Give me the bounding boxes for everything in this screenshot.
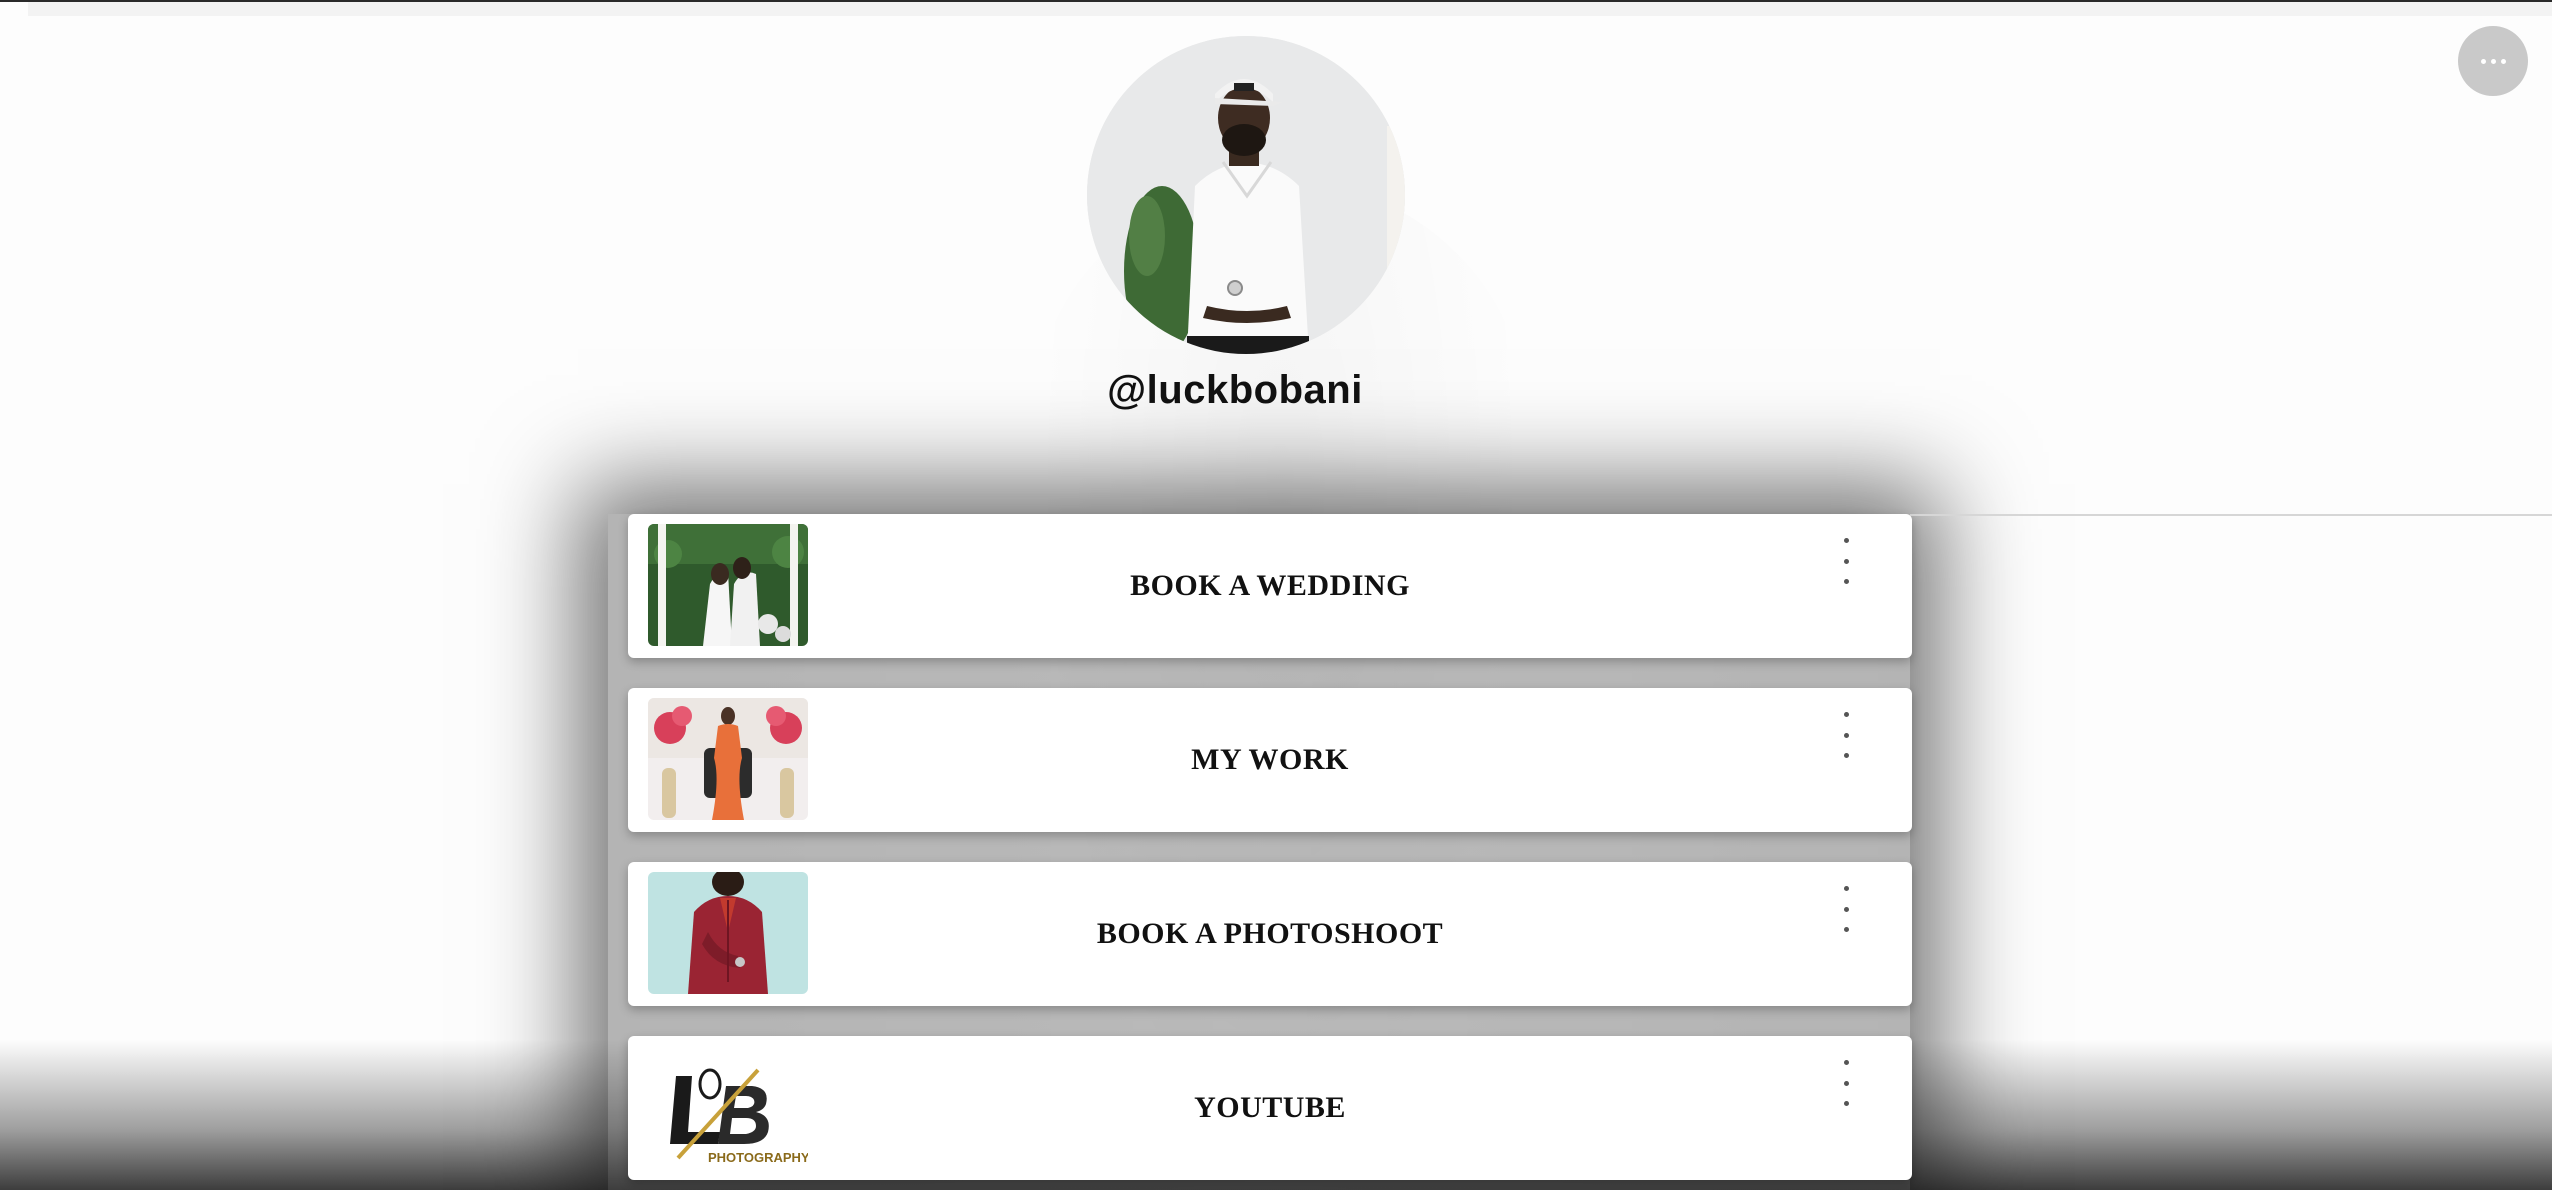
more-vertical-icon[interactable] — [1836, 1060, 1856, 1106]
link-title: BOOK A WEDDING — [1130, 569, 1410, 602]
profile-photo — [1087, 36, 1405, 354]
more-vertical-icon[interactable] — [1836, 712, 1856, 758]
top-band — [28, 2, 2552, 16]
link-my-work[interactable]: MY WORK — [628, 688, 1912, 832]
more-horizontal-icon — [2480, 58, 2506, 64]
link-title: MY WORK — [1191, 743, 1349, 776]
profile-username: @luckbobani — [1107, 368, 1363, 412]
page: @luckbobani BOOK A WEDDING MY WORK BOOK … — [0, 0, 2552, 1190]
link-book-a-photoshoot[interactable]: BOOK A PHOTOSHOOT — [628, 862, 1912, 1006]
link-title: BOOK A PHOTOSHOOT — [1096, 917, 1444, 950]
link-book-a-wedding[interactable]: BOOK A WEDDING — [628, 514, 1912, 658]
more-options-button[interactable] — [2458, 26, 2528, 96]
more-vertical-icon[interactable] — [1836, 886, 1856, 932]
link-youtube[interactable]: PHOTOGRAPHY YOUTUBE — [628, 1036, 1912, 1180]
links-list: BOOK A WEDDING MY WORK BOOK A PHOTOSHOOT… — [628, 514, 1912, 1190]
more-vertical-icon[interactable] — [1836, 538, 1856, 584]
avatar — [1087, 36, 1405, 354]
divider — [1910, 514, 2552, 516]
link-title: YOUTUBE — [1194, 1091, 1346, 1124]
